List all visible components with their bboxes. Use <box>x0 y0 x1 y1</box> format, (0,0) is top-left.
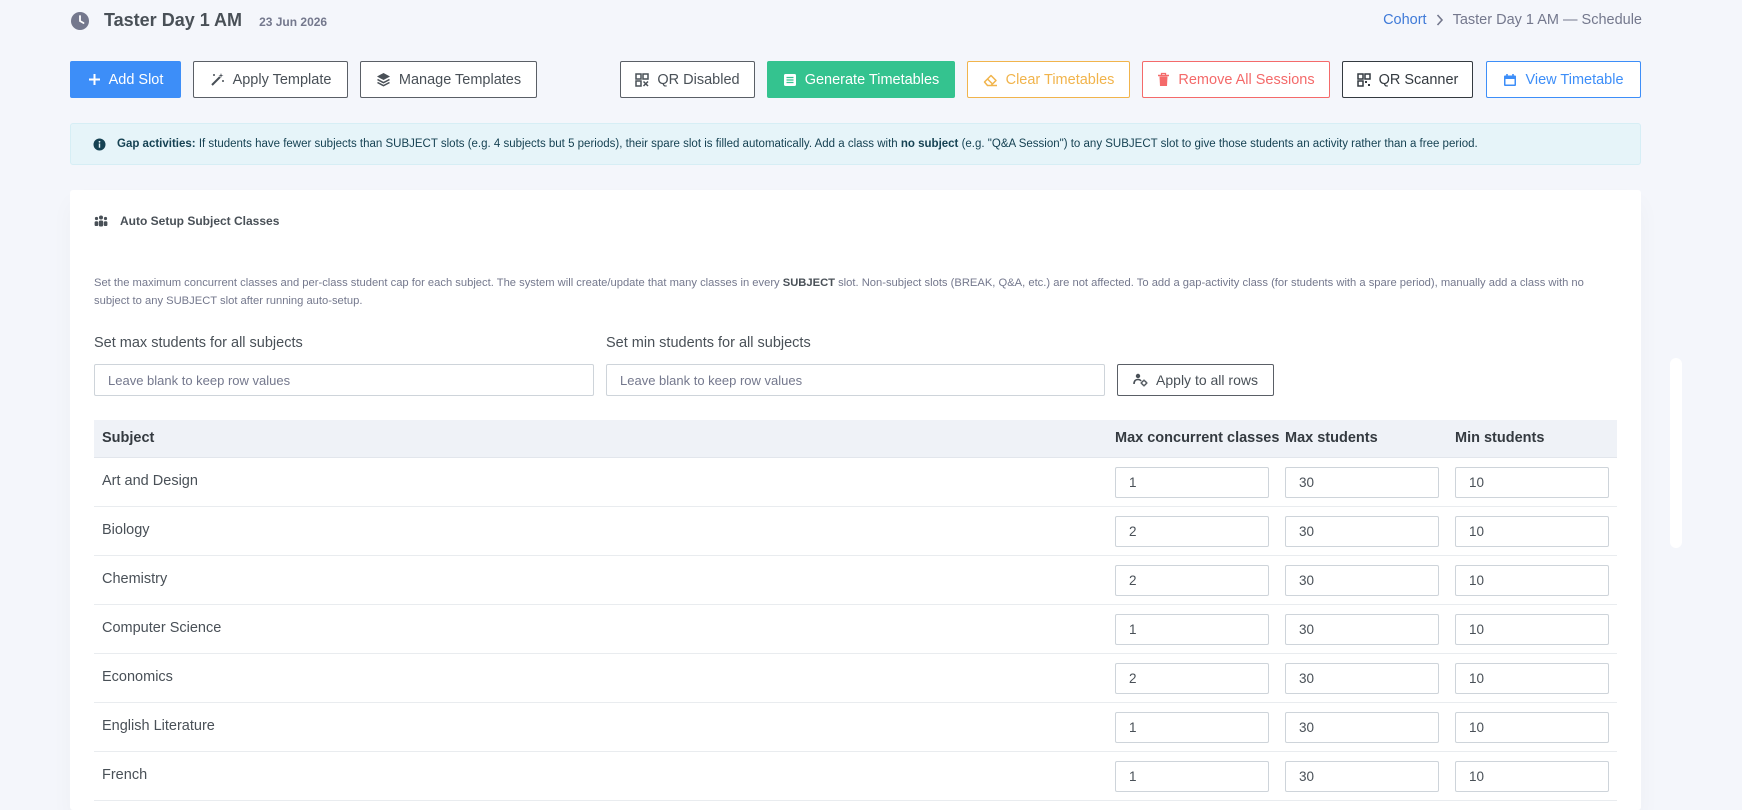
table-row: Art and Design <box>94 458 1617 507</box>
subject-name: Computer Science <box>102 620 222 636</box>
max-students-input[interactable] <box>1285 516 1439 547</box>
max-students-input[interactable] <box>1285 712 1439 743</box>
subject-name: Art and Design <box>102 473 198 489</box>
eraser-icon <box>983 74 997 86</box>
min-students-input[interactable] <box>1455 467 1609 498</box>
table-row: French <box>94 752 1617 801</box>
qrcode-icon <box>1356 72 1371 87</box>
min-students-input[interactable] <box>1455 712 1609 743</box>
max-students-input[interactable] <box>1285 663 1439 694</box>
apply-template-label: Apply Template <box>232 71 332 88</box>
generate-timetables-label: Generate Timetables <box>804 71 940 88</box>
manage-templates-button[interactable]: Manage Templates <box>360 61 537 98</box>
clear-timetables-button[interactable]: Clear Timetables <box>967 61 1130 98</box>
trash-icon <box>1158 72 1170 86</box>
table-header: Subject Max concurrent classes Max stude… <box>94 420 1617 458</box>
header-min-students: Min students <box>1455 430 1545 446</box>
max-students-input[interactable] <box>1285 467 1439 498</box>
min-students-input[interactable] <box>1455 516 1609 547</box>
apply-to-all-rows-button[interactable]: Apply to all rows <box>1117 364 1274 396</box>
table-body: Art and Design Biology Chemistry Compute… <box>94 458 1617 801</box>
subjects-table: Subject Max concurrent classes Max stude… <box>94 420 1617 801</box>
min-students-all-label: Set min students for all subjects <box>606 335 811 351</box>
max-concurrent-input[interactable] <box>1115 663 1269 694</box>
alert-text: Gap activities: If students have fewer s… <box>117 138 1478 150</box>
page-header: Taster Day 1 AM 23 Jun 2026 Cohort Taste… <box>70 10 1642 34</box>
min-students-input[interactable] <box>1455 761 1609 792</box>
info-circle-icon <box>93 138 106 150</box>
subject-name: Chemistry <box>102 571 168 587</box>
table-row: Computer Science <box>94 605 1617 654</box>
table-row: Chemistry <box>94 556 1617 605</box>
clear-timetables-label: Clear Timetables <box>1005 71 1115 88</box>
calendar-icon <box>1504 73 1517 86</box>
breadcrumb-cohort-link[interactable]: Cohort <box>1383 12 1427 28</box>
breadcrumb: Cohort Taster Day 1 AM — Schedule <box>1383 12 1642 28</box>
users-cog-icon <box>1133 373 1148 387</box>
header-max-concurrent: Max concurrent classes <box>1115 430 1280 446</box>
qr-disabled-button[interactable]: QR Disabled <box>620 61 755 98</box>
max-concurrent-input[interactable] <box>1115 712 1269 743</box>
apply-template-button[interactable]: Apply Template <box>193 61 348 98</box>
max-concurrent-input[interactable] <box>1115 565 1269 596</box>
layers-icon <box>376 73 390 87</box>
subject-name: French <box>102 767 148 783</box>
gap-activities-alert: Gap activities: If students have fewer s… <box>70 123 1641 165</box>
qr-disabled-label: QR Disabled <box>657 71 740 88</box>
remove-all-sessions-button[interactable]: Remove All Sessions <box>1142 61 1330 98</box>
remove-all-sessions-label: Remove All Sessions <box>1178 71 1315 88</box>
min-students-input[interactable] <box>1455 614 1609 645</box>
card-description: Set the maximum concurrent classes and p… <box>94 277 1584 307</box>
qr-off-icon <box>635 72 650 87</box>
max-students-all-label: Set max students for all subjects <box>94 335 303 351</box>
table-row: Biology <box>94 507 1617 556</box>
subject-name: English Literature <box>102 718 215 734</box>
auto-setup-card: Auto Setup Subject Classes Set the maxim… <box>70 190 1641 810</box>
page-date: 23 Jun 2026 <box>259 15 328 29</box>
header-max-students: Max students <box>1285 430 1378 446</box>
breadcrumb-current: Taster Day 1 AM — Schedule <box>1452 12 1642 28</box>
max-students-input[interactable] <box>1285 761 1439 792</box>
max-concurrent-input[interactable] <box>1115 516 1269 547</box>
card-title: Auto Setup Subject Classes <box>94 214 279 228</box>
max-students-all-input[interactable] <box>94 364 594 396</box>
chevron-right-icon <box>1436 14 1444 26</box>
toolbar: Add Slot Apply Template Manage Templates… <box>70 61 1642 98</box>
min-students-input[interactable] <box>1455 663 1609 694</box>
view-timetable-button[interactable]: View Timetable <box>1486 61 1641 98</box>
table-row: English Literature <box>94 703 1617 752</box>
magic-wand-icon <box>210 73 224 86</box>
max-concurrent-input[interactable] <box>1115 467 1269 498</box>
qr-scanner-label: QR Scanner <box>1378 71 1459 88</box>
add-slot-button[interactable]: Add Slot <box>70 61 181 98</box>
users-icon <box>94 215 108 226</box>
header-subject: Subject <box>102 430 155 446</box>
subject-name: Biology <box>102 522 150 538</box>
table-row: Economics <box>94 654 1617 703</box>
generate-timetables-button[interactable]: Generate Timetables <box>767 61 955 98</box>
add-slot-label: Add Slot <box>108 71 164 88</box>
max-students-input[interactable] <box>1285 614 1439 645</box>
subject-name: Economics <box>102 669 173 685</box>
manage-templates-label: Manage Templates <box>398 71 522 88</box>
min-students-input[interactable] <box>1455 565 1609 596</box>
qr-scanner-button[interactable]: QR Scanner <box>1342 61 1473 98</box>
table-list-icon <box>783 73 796 86</box>
page-title: Taster Day 1 AM <box>104 10 243 30</box>
max-concurrent-input[interactable] <box>1115 761 1269 792</box>
plus-icon <box>88 74 100 85</box>
max-students-input[interactable] <box>1285 565 1439 596</box>
scrollbar-thumb[interactable] <box>1670 358 1682 548</box>
max-concurrent-input[interactable] <box>1115 614 1269 645</box>
min-students-all-input[interactable] <box>606 364 1105 396</box>
clock-icon <box>71 11 89 30</box>
view-timetable-label: View Timetable <box>1525 71 1624 88</box>
